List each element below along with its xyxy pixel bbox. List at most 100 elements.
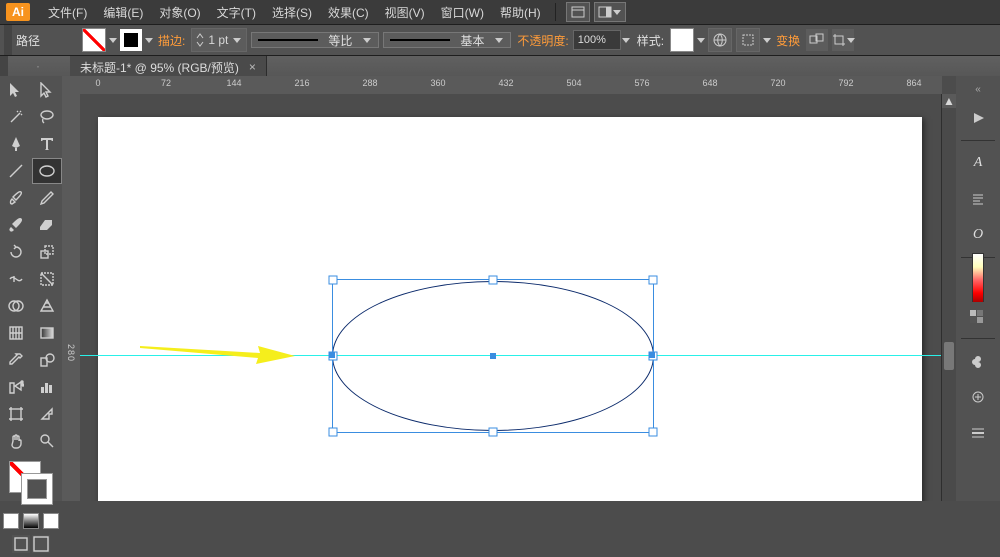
fill-stroke-control[interactable]	[9, 461, 53, 505]
menu-edit[interactable]: 编辑(E)	[95, 4, 151, 21]
brush-definition-dropdown[interactable]: 基本	[383, 32, 511, 48]
stroke-label[interactable]: 描边:	[158, 32, 185, 49]
panel-play-button[interactable]	[963, 104, 993, 132]
document-tab[interactable]: 未标题-1* @ 95% (RGB/预览) ×	[70, 56, 267, 78]
opentype-panel-button[interactable]: O	[963, 221, 993, 249]
ellipse-tool[interactable]	[32, 158, 62, 184]
menu-type[interactable]: 文字(T)	[209, 4, 264, 21]
artboard-tool[interactable]	[1, 401, 31, 427]
collapse-dock-button[interactable]: «	[963, 82, 993, 96]
chevron-down-icon[interactable]	[144, 35, 154, 45]
width-profile-dropdown[interactable]: 等比	[251, 32, 379, 48]
gradient-tool[interactable]	[32, 320, 62, 346]
stroke-swatch[interactable]	[120, 29, 142, 51]
opacity-input[interactable]	[573, 30, 621, 50]
align-panel-button[interactable]	[736, 28, 760, 52]
symbol-sprayer-tool[interactable]	[1, 374, 31, 400]
screen-mode-normal[interactable]	[12, 535, 30, 553]
chevron-down-icon[interactable]	[621, 35, 631, 45]
type-tool[interactable]	[32, 131, 62, 157]
zoom-tool[interactable]	[32, 428, 62, 454]
stroke-indicator[interactable]	[21, 473, 53, 505]
dock-gutter[interactable]	[0, 56, 8, 78]
workspace-switcher[interactable]	[594, 2, 626, 22]
arrange-button[interactable]	[832, 29, 854, 51]
pen-tool[interactable]	[1, 131, 31, 157]
menu-file[interactable]: 文件(F)	[40, 4, 95, 21]
eyedropper-tool[interactable]	[1, 347, 31, 373]
lasso-tool[interactable]	[32, 104, 62, 130]
fill-swatch[interactable]	[82, 28, 106, 52]
transform-label[interactable]: 变换	[776, 32, 800, 49]
shape-builder-tool[interactable]	[1, 293, 31, 319]
eraser-tool[interactable]	[32, 212, 62, 238]
bbox-handle-s[interactable]	[489, 428, 498, 437]
selection-bounding-box[interactable]	[332, 279, 654, 433]
scroll-thumb[interactable]	[944, 342, 954, 370]
selection-tool[interactable]	[1, 77, 31, 103]
anchor-point[interactable]	[649, 352, 655, 358]
canvas-stage[interactable]	[80, 94, 942, 501]
opacity-label[interactable]: 不透明度:	[517, 32, 568, 49]
screen-mode-full[interactable]	[32, 535, 50, 553]
stroke-panel-button[interactable]	[963, 419, 993, 447]
symbols-panel-button[interactable]	[963, 383, 993, 411]
close-tab-button[interactable]: ×	[249, 60, 256, 74]
anchor-point[interactable]	[329, 352, 335, 358]
tools-collapse-dots[interactable]: »	[8, 56, 70, 78]
gradient-mode-button[interactable]	[23, 513, 39, 529]
ruler-tick: 432	[498, 78, 513, 88]
paragraph-panel-button[interactable]	[963, 185, 993, 213]
horizontal-ruler[interactable]: 0 72 144 216 288 360 432 504 576 648 720…	[80, 76, 942, 95]
brushes-panel-button[interactable]	[963, 347, 993, 375]
scale-tool[interactable]	[32, 239, 62, 265]
pencil-tool[interactable]	[32, 185, 62, 211]
blend-tool[interactable]	[32, 347, 62, 373]
bbox-center[interactable]	[490, 353, 496, 359]
ruler-tick: 720	[770, 78, 785, 88]
hand-tool[interactable]	[1, 428, 31, 454]
crop-icon	[832, 33, 846, 47]
menu-help[interactable]: 帮助(H)	[492, 4, 549, 21]
recolor-button[interactable]	[708, 28, 732, 52]
menu-view[interactable]: 视图(V)	[377, 4, 433, 21]
chevron-down-icon[interactable]	[108, 35, 118, 45]
bbox-handle-n[interactable]	[489, 276, 498, 285]
character-panel-button[interactable]: A	[963, 149, 993, 177]
stroke-weight-input[interactable]: 1 pt	[191, 28, 247, 52]
swatches-panel-button[interactable]	[963, 302, 993, 330]
dock-gutter[interactable]	[4, 25, 12, 55]
chevron-down-icon[interactable]	[762, 35, 772, 45]
graphic-style-swatch[interactable]	[670, 28, 694, 52]
mesh-tool[interactable]	[1, 320, 31, 346]
line-tool[interactable]	[1, 158, 31, 184]
scroll-up-button[interactable]: ▲	[942, 94, 956, 108]
vertical-scrollbar[interactable]: ▲	[941, 94, 956, 501]
menu-window[interactable]: 窗口(W)	[433, 4, 492, 21]
direct-selection-tool[interactable]	[32, 77, 62, 103]
free-transform-tool[interactable]	[32, 266, 62, 292]
perspective-grid-tool[interactable]	[32, 293, 62, 319]
bbox-handle-nw[interactable]	[329, 276, 338, 285]
rotate-tool[interactable]	[1, 239, 31, 265]
bbox-handle-se[interactable]	[649, 428, 658, 437]
slice-tool[interactable]	[32, 401, 62, 427]
color-mode-button[interactable]	[3, 513, 19, 529]
paintbrush-tool[interactable]	[1, 185, 31, 211]
bbox-handle-ne[interactable]	[649, 276, 658, 285]
blob-brush-tool[interactable]	[1, 212, 31, 238]
menu-object[interactable]: 对象(O)	[151, 4, 208, 21]
vertical-ruler[interactable]: 280	[62, 94, 81, 501]
menu-select[interactable]: 选择(S)	[264, 4, 320, 21]
none-mode-button[interactable]	[43, 513, 59, 529]
chevron-down-icon[interactable]	[696, 35, 706, 45]
column-graph-tool[interactable]	[32, 374, 62, 400]
bbox-handle-sw[interactable]	[329, 428, 338, 437]
width-tool[interactable]	[1, 266, 31, 292]
menu-effect[interactable]: 效果(C)	[320, 4, 377, 21]
magic-wand-tool[interactable]	[1, 104, 31, 130]
layout-doc-button[interactable]	[566, 2, 590, 22]
color-panel-button[interactable]	[963, 266, 993, 294]
isolate-button[interactable]	[806, 29, 828, 51]
ruler-origin[interactable]	[62, 76, 81, 95]
